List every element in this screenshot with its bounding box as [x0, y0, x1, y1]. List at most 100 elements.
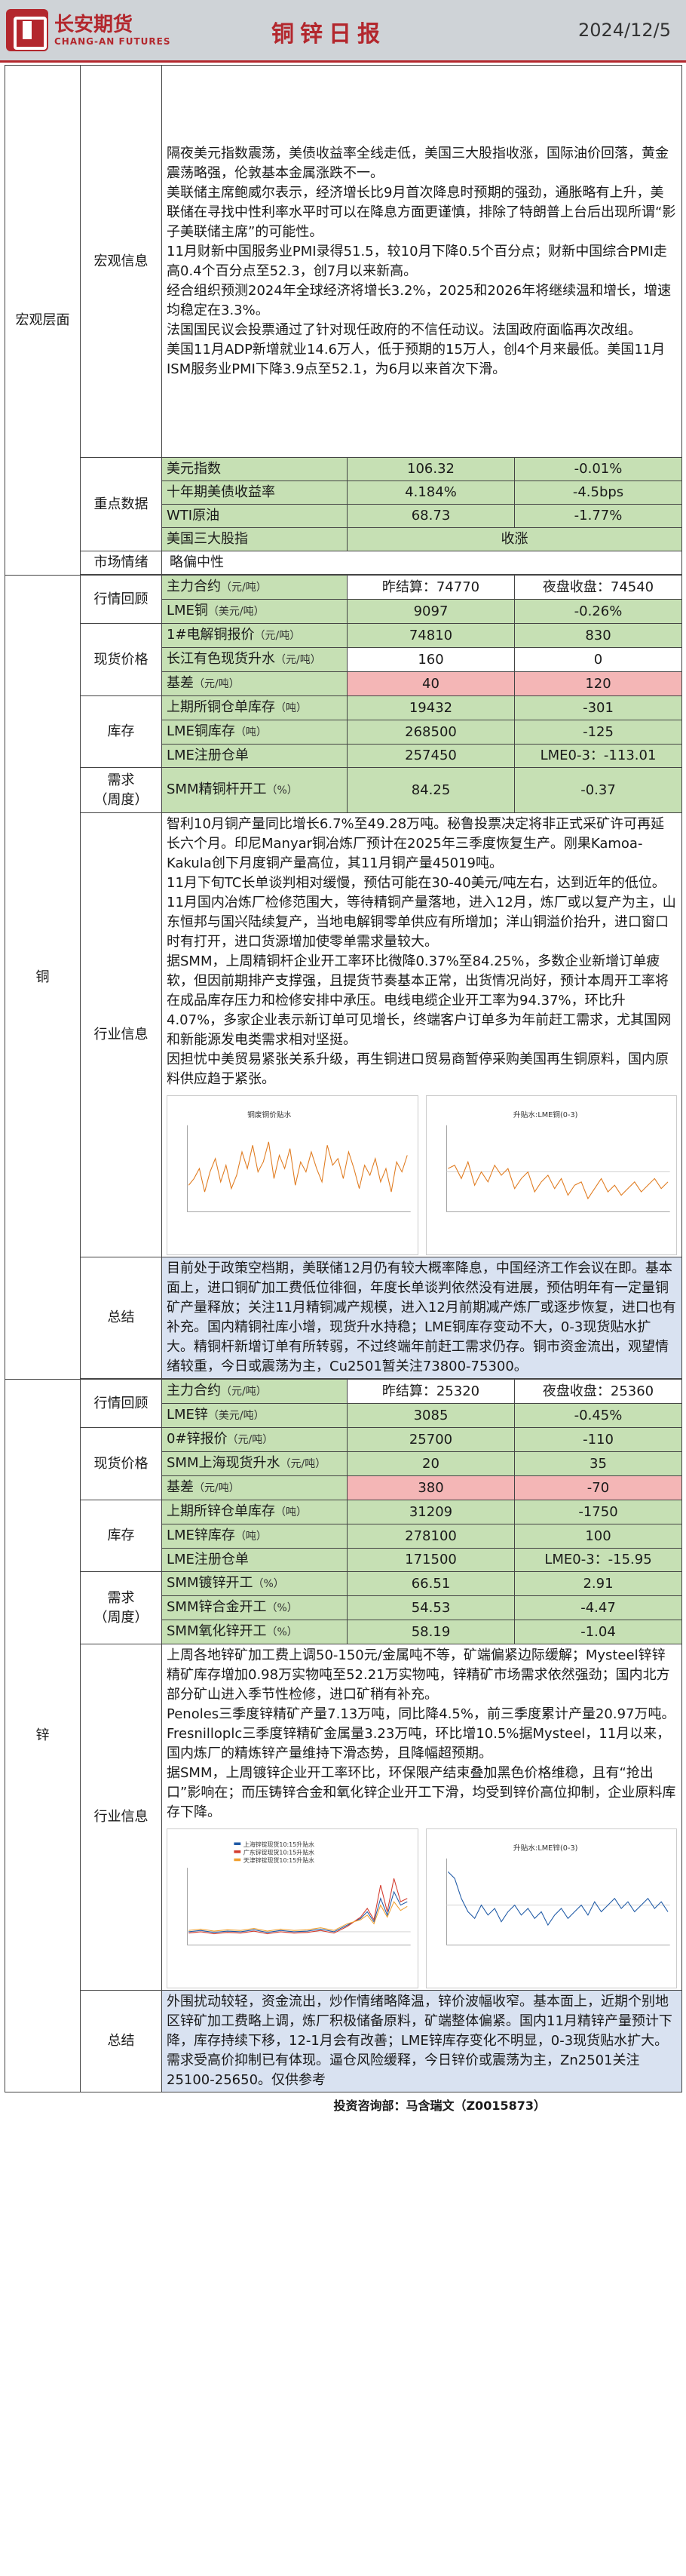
cu-spot-c1: 74810 [347, 623, 515, 648]
cu-review-c2: 夜盘收盘：74540 [513, 575, 683, 600]
cu-chart2-svg: 升贴水:LME铜(0-3) [446, 1110, 670, 1213]
zn-demand-name: SMM镀锌开工（%） [161, 1571, 348, 1596]
cu-charts: 铜废铜价贴水 升贴水:LME铜(0-3) [167, 1095, 677, 1255]
macro-paragraph: 美国11月ADP新增就业14.6万人，低于预期的15万人，创4个月来最低。美国1… [167, 341, 666, 377]
zn-review-name: 主力合约（元/吨） [161, 1379, 348, 1404]
cu-industry-label: 行业信息 [80, 812, 162, 1257]
zn-demand-c2: -1.04 [513, 1620, 683, 1644]
zn-industry-paragraph: 上周各地锌矿加工费上调50-150元/金属吨不等，矿端偏紧边际缓解；Mystee… [167, 1647, 670, 1702]
section-copper: 铜 [5, 575, 81, 1380]
zn-chart1-line-guangdong [188, 1878, 408, 1935]
cu-review-label: 行情回顾 [80, 575, 162, 624]
zn-chart1-svg: 上海锌锭现货10:15升贴水 广东锌锭现货10:15升贴水 天津锌锭现货10:1… [187, 1841, 411, 1946]
zn-inv-c2: LME0-3：-15.95 [513, 1548, 683, 1572]
zn-chart1-line-shanghai [188, 1890, 408, 1933]
key-row-name: 十年期美债收益率 [161, 481, 348, 505]
logo-icon [6, 9, 48, 51]
zn-industry-text: 上周各地锌矿加工费上调50-150元/金属吨不等，矿端偏紧边际缓解；Mystee… [161, 1644, 683, 1991]
cu-inv-name: LME铜库存（吨） [161, 720, 348, 745]
zn-demand-c2: 2.91 [513, 1571, 683, 1596]
company-name-cn: 长安期货 [54, 14, 133, 36]
cu-demand-label: 需求 （周度） [80, 767, 162, 813]
macro-paragraph: 11月财新中国服务业PMI录得51.5，较10月下降0.5个百分点；财新中国综合… [167, 243, 667, 279]
cu-scrap-spread-chart: 铜废铜价贴水 [167, 1095, 418, 1255]
key-row-value: 106.32 [347, 457, 515, 481]
cu-spot-name: 基差（元/吨） [161, 671, 348, 696]
cu-summary-label: 总结 [80, 1257, 162, 1379]
zn-spot-label: 现货价格 [80, 1427, 162, 1500]
key-row-value: 68.73 [347, 504, 515, 528]
zn-demand-c1: 66.51 [347, 1571, 515, 1596]
zn-spot-name: 基差（元/吨） [161, 1475, 348, 1500]
zn-demand-c2: -4.47 [513, 1595, 683, 1620]
macro-paragraph: 美联储主席鲍威尔表示，经济增长比9月首次降息时预期的强劲，通胀略有上升，美联储在… [167, 184, 676, 240]
cu-spot-c2: 120 [513, 671, 683, 696]
macro-paragraph: 法国国民议会投票通过了针对现任政府的不信任动议。法国政府面临再次改组。 [167, 321, 642, 338]
zn-demand-c1: 58.19 [347, 1620, 515, 1644]
cu-industry-paragraph: 据SMM，上周精铜杆企业开工率环比微降0.37%至84.25%，多数企业新增订单… [167, 953, 672, 1048]
report-title: 铜锌日报 [271, 21, 386, 48]
report-table: 宏观层面 宏观信息 隔夜美元指数震荡，美债收益率全线走低，美国三大股指收涨，国际… [5, 65, 683, 2092]
zn-chart2-line [447, 1871, 668, 1927]
zn-inv-name: LME注册仓单 [161, 1548, 348, 1572]
cu-industry-paragraph: 智利10月铜产量同比增长6.7%至49.28万吨。秘鲁投票决定将非正式采矿许可再… [167, 816, 665, 871]
zn-lme-spread-chart: 升贴水:LME锌(0-3) [425, 1828, 677, 1988]
zn-demand-label: 需求 （周度） [80, 1571, 162, 1644]
zn-inv-name: LME锌库存（吨） [161, 1524, 348, 1549]
zn-inv-c1: 171500 [347, 1548, 515, 1572]
zn-chart2-svg: 升贴水:LME锌(0-3) [446, 1843, 670, 1946]
cu-review-c2: -0.26% [513, 599, 683, 624]
zn-review-c1: 昨结算：25320 [347, 1379, 515, 1404]
zn-inventory-label: 库存 [80, 1500, 162, 1572]
cu-demand-c1: 84.25 [347, 767, 515, 813]
key-row-change: -0.01% [513, 457, 683, 481]
cu-industry-paragraph: 11月国内冶炼厂检修范围大，等待精铜产量落地，进入12月，炼厂或以复产为主，山东… [167, 895, 676, 950]
zn-industry-label: 行业信息 [80, 1644, 162, 1991]
cu-demand-c2: -0.37 [513, 767, 683, 813]
zn-chart1-legend: 上海锌锭现货10:15升贴水 [243, 1841, 314, 1848]
zn-demand-name: SMM氧化锌开工（%） [161, 1620, 348, 1644]
zn-spot-c2: -110 [513, 1427, 683, 1452]
cu-spot-name: 1#电解铜报价（元/吨） [161, 623, 348, 648]
key-data-label: 重点数据 [80, 457, 162, 551]
zn-industry-paragraph: 据SMM，上周镀锌企业开工率环比，环保限产结束叠加黑色价格维稳，且有“抢出口”影… [167, 1765, 676, 1820]
zn-spot-c1: 20 [347, 1451, 515, 1476]
zn-chart2-title: 升贴水:LME锌(0-3) [513, 1843, 577, 1853]
cu-chart2-title: 升贴水:LME铜(0-3) [513, 1110, 577, 1119]
section-macro: 宏观层面 [5, 65, 81, 576]
cu-spot-c1: 40 [347, 671, 515, 696]
cu-inv-c1: 268500 [347, 720, 515, 745]
zn-inv-c2: -1750 [513, 1500, 683, 1524]
zn-spot-name: 0#锌报价（元/吨） [161, 1427, 348, 1452]
sentiment-label: 市场情绪 [80, 551, 162, 575]
key-row-value: 收涨 [346, 527, 683, 551]
zn-inv-c2: 100 [513, 1524, 683, 1549]
cu-spot-label: 现货价格 [80, 623, 162, 696]
sentiment-value: 略偏中性 [161, 551, 683, 575]
zn-chart1-legend: 天津锌锭现货10:15升贴水 [243, 1856, 314, 1864]
contact-info: 投资咨询部：马含瑞文（Z0015873） [333, 2099, 546, 2113]
cu-inv-name: LME注册仓单 [161, 744, 348, 768]
zn-spot-spread-chart: 上海锌锭现货10:15升贴水 广东锌锭现货10:15升贴水 天津锌锭现货10:1… [167, 1828, 418, 1988]
cu-inv-c2: LME0-3：-113.01 [513, 744, 683, 768]
zn-demand-c1: 54.53 [347, 1595, 515, 1620]
cu-industry-paragraph: 11月下旬TC长单谈判相对缓慢，预估可能在30-40美元/吨左右，达到近年的低位… [167, 875, 666, 891]
cu-inv-c2: -301 [513, 695, 683, 720]
key-row-change: -4.5bps [513, 481, 683, 505]
key-row-name: WTI原油 [161, 504, 348, 528]
cu-chart2-line [447, 1160, 668, 1200]
cu-spot-c2: 830 [513, 623, 683, 648]
cu-review-c1: 昨结算：74770 [347, 575, 515, 600]
zn-inv-name: 上期所锌仓单库存（吨） [161, 1500, 348, 1524]
zn-spot-name: SMM上海现货升水（元/吨） [161, 1451, 348, 1476]
zn-review-label: 行情回顾 [80, 1379, 162, 1428]
cu-demand-name: SMM精铜杆开工（%） [161, 767, 348, 813]
company-name-en: CHANG-AN FUTURES [54, 36, 171, 47]
macro-info-label: 宏观信息 [80, 65, 162, 458]
key-row-name: 美元指数 [161, 457, 348, 481]
cu-chart1-line [188, 1141, 408, 1193]
cu-industry-text: 智利10月铜产量同比增长6.7%至49.28万吨。秘鲁投票决定将非正式采矿许可再… [161, 812, 683, 1257]
cu-chart1-svg: 铜废铜价贴水 [187, 1110, 411, 1213]
cu-inv-c2: -125 [513, 720, 683, 745]
key-row-value: 4.184% [347, 481, 515, 505]
